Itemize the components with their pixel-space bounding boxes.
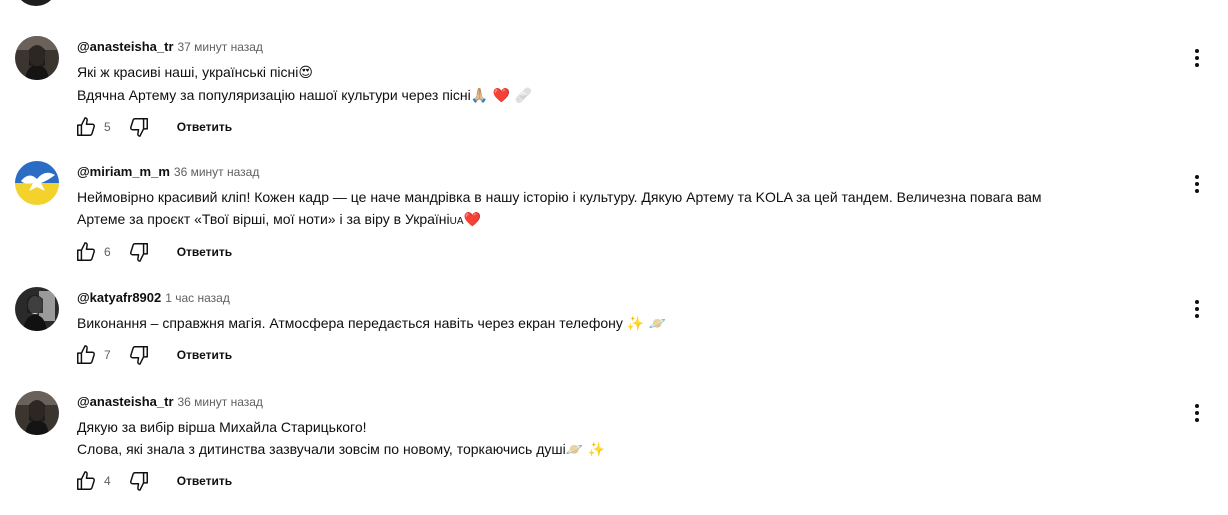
comment-header: @anasteisha_tr 37 минут назад [77,38,263,54]
comment-line: Слова, які знала з дитинства зазвучали з… [77,438,1157,461]
flag-emoji: UA [449,216,464,227]
reply-button[interactable]: Ответить [177,120,232,134]
comment-text: Які ж красиві наші, українські пісні😍 Вд… [77,61,1157,107]
reply-button[interactable]: Ответить [177,245,232,259]
more-actions-button[interactable] [1186,297,1208,321]
three-dots-vertical-icon [1195,175,1199,193]
author-name[interactable]: @miriam_m_m [77,164,170,179]
comment-line: Виконання – справжня магія. Атмосфера пе… [77,312,1157,335]
thumbs-down-icon[interactable] [127,240,151,264]
like-count: 7 [104,348,111,362]
comment-line-text: Вдячна Артему за популяризацію нашої кул… [77,87,471,103]
comment-timestamp[interactable]: 37 минут назад [178,40,263,54]
comment-line-text: Виконання – справжня магія. Атмосфера пе… [77,315,623,331]
comment-actions: 4 Ответить [74,469,232,493]
comment-line-text: Дякую за вибір вірша Михайла Старицького… [77,419,367,435]
reply-button[interactable]: Ответить [177,348,232,362]
comment-line-text: Які ж красиві наші, українські пісні [77,64,299,80]
comment-line-text: Артеме за проєкт «Твої вірші, мої ноти» … [77,211,450,227]
reply-button[interactable]: Ответить [177,474,232,488]
avatar[interactable] [15,161,59,205]
author-name[interactable]: @anasteisha_tr [77,394,174,409]
comment-text: Виконання – справжня магія. Атмосфера пе… [77,312,1157,335]
comment-header: @miriam_m_m 36 минут назад [77,163,259,179]
comment-actions: 6 Ответить [74,240,232,264]
more-actions-button[interactable] [1186,172,1208,196]
like-count: 4 [104,474,111,488]
thumbs-down-icon[interactable] [127,469,151,493]
like-count: 6 [104,245,111,259]
comment-timestamp[interactable]: 36 минут назад [174,165,259,179]
thumbs-down-icon[interactable] [127,343,151,367]
comment-timestamp[interactable]: 1 час назад [165,291,230,305]
comment-line-text: Слова, які знала з дитинства зазвучали з… [77,441,566,457]
avatar[interactable] [15,391,59,435]
comment-header: @anasteisha_tr 36 минут назад [77,393,263,409]
comment-line: Дякую за вибір вірша Михайла Старицького… [77,416,1157,438]
comment-line: Артеме за проєкт «Твої вірші, мої ноти» … [77,208,1157,233]
emoji: ❤️ [463,212,481,228]
thumbs-up-icon[interactable] [74,469,98,493]
comment-text: Неймовірно красивий кліп! Кожен кадр — ц… [77,186,1157,233]
avatar[interactable] [15,287,59,331]
thumbs-up-icon[interactable] [74,343,98,367]
thumbs-up-icon[interactable] [74,240,98,264]
three-dots-vertical-icon [1195,49,1199,67]
comment-timestamp[interactable]: 36 минут назад [178,395,263,409]
avatar[interactable] [15,36,59,80]
thumbs-down-icon[interactable] [127,115,151,139]
comment-line: Вдячна Артему за популяризацію нашої кул… [77,84,1157,107]
comment-line: Неймовірно красивий кліп! Кожен кадр — ц… [77,186,1157,208]
previous-comment-avatar[interactable] [14,0,58,6]
three-dots-vertical-icon [1195,300,1199,318]
comment-actions: 5 Ответить [74,115,232,139]
emoji: 😍 [298,65,313,81]
comment-header: @katyafr8902 1 час назад [77,289,230,305]
comment-line: Які ж красиві наші, українські пісні😍 [77,61,1157,84]
emoji: ✨ 🪐 [626,316,667,332]
comment-line-text: Неймовірно красивий кліп! Кожен кадр — ц… [77,189,1042,205]
comment-text: Дякую за вибір вірша Михайла Старицького… [77,416,1157,461]
more-actions-button[interactable] [1186,46,1208,70]
three-dots-vertical-icon [1195,404,1199,422]
comment-actions: 7 Ответить [74,343,232,367]
author-name[interactable]: @katyafr8902 [77,290,161,305]
like-count: 5 [104,120,111,134]
emoji: 🪐 ✨ [565,442,606,458]
thumbs-up-icon[interactable] [74,115,98,139]
author-name[interactable]: @anasteisha_tr [77,39,174,54]
more-actions-button[interactable] [1186,401,1208,425]
emoji: 🙏🏼 ❤️ 🩹 [470,88,532,104]
